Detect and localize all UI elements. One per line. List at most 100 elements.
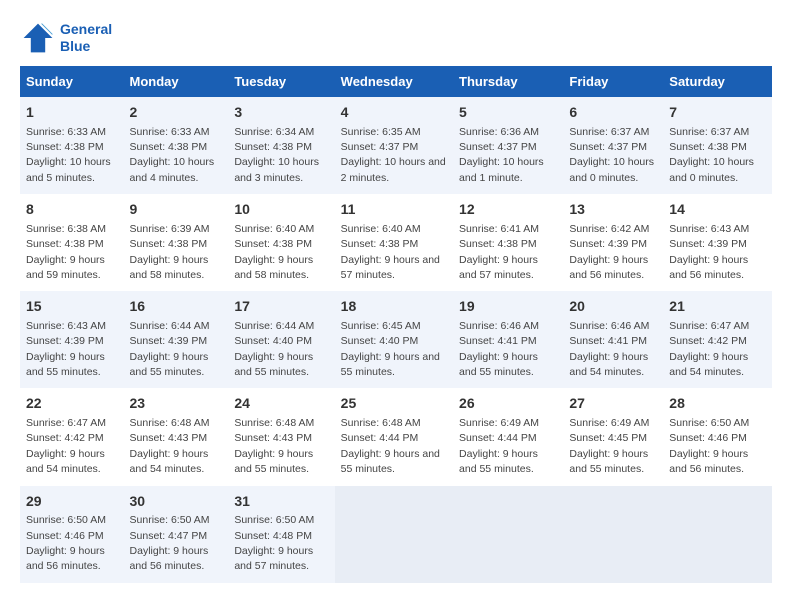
day-number: 31 xyxy=(234,492,328,512)
day-info: Sunrise: 6:40 AMSunset: 4:38 PMDaylight:… xyxy=(341,223,440,281)
day-number: 10 xyxy=(234,200,328,220)
day-number: 3 xyxy=(234,103,328,123)
day-number: 6 xyxy=(569,103,657,123)
day-info: Sunrise: 6:49 AMSunset: 4:44 PMDaylight:… xyxy=(459,417,539,475)
day-cell: 22 Sunrise: 6:47 AMSunset: 4:42 PMDayligh… xyxy=(20,388,124,485)
logo-text: General Blue xyxy=(60,21,112,55)
day-cell: 3 Sunrise: 6:34 AMSunset: 4:38 PMDaylight… xyxy=(228,97,334,194)
day-number: 23 xyxy=(130,394,223,414)
day-cell: 4 Sunrise: 6:35 AMSunset: 4:37 PMDaylight… xyxy=(335,97,453,194)
day-number: 7 xyxy=(669,103,766,123)
day-cell: 19Sunrise: 6:46 AMSunset: 4:41 PMDayligh… xyxy=(453,291,563,388)
day-info: Sunrise: 6:48 AMSunset: 4:44 PMDaylight:… xyxy=(341,417,440,475)
day-info: Sunrise: 6:42 AMSunset: 4:39 PMDaylight:… xyxy=(569,223,649,281)
day-info: Sunrise: 6:48 AMSunset: 4:43 PMDaylight:… xyxy=(234,417,314,475)
header-friday: Friday xyxy=(563,66,663,97)
day-cell: 28 Sunrise: 6:50 AMSunset: 4:46 PMDayligh… xyxy=(663,388,772,485)
day-cell: 25 Sunrise: 6:48 AMSunset: 4:44 PMDayligh… xyxy=(335,388,453,485)
day-cell: 26 Sunrise: 6:49 AMSunset: 4:44 PMDayligh… xyxy=(453,388,563,485)
day-info: Sunrise: 6:43 AMSunset: 4:39 PMDaylight:… xyxy=(669,223,749,281)
day-info: Sunrise: 6:50 AMSunset: 4:46 PMDaylight:… xyxy=(26,514,106,572)
day-number: 13 xyxy=(569,200,657,220)
day-info: Sunrise: 6:33 AMSunset: 4:38 PMDaylight:… xyxy=(26,126,111,184)
day-number: 5 xyxy=(459,103,557,123)
day-info: Sunrise: 6:39 AMSunset: 4:38 PMDaylight:… xyxy=(130,223,210,281)
day-info: Sunrise: 6:37 AMSunset: 4:38 PMDaylight:… xyxy=(669,126,754,184)
day-cell: 16 Sunrise: 6:44 AMSunset: 4:39 PMDayligh… xyxy=(124,291,229,388)
day-info: Sunrise: 6:44 AMSunset: 4:40 PMDaylight:… xyxy=(234,320,314,378)
day-info: Sunrise: 6:35 AMSunset: 4:37 PMDaylight:… xyxy=(341,126,446,184)
week-row-1: 1Sunrise: 6:33 AMSunset: 4:38 PMDaylight… xyxy=(20,97,772,194)
header-saturday: Saturday xyxy=(663,66,772,97)
day-info: Sunrise: 6:41 AMSunset: 4:38 PMDaylight:… xyxy=(459,223,539,281)
day-info: Sunrise: 6:48 AMSunset: 4:43 PMDaylight:… xyxy=(130,417,210,475)
day-cell: 23 Sunrise: 6:48 AMSunset: 4:43 PMDayligh… xyxy=(124,388,229,485)
day-info: Sunrise: 6:47 AMSunset: 4:42 PMDaylight:… xyxy=(26,417,106,475)
day-number: 12 xyxy=(459,200,557,220)
day-cell: 5Sunrise: 6:36 AMSunset: 4:37 PMDaylight… xyxy=(453,97,563,194)
day-cell: 7 Sunrise: 6:37 AMSunset: 4:38 PMDaylight… xyxy=(663,97,772,194)
day-number: 11 xyxy=(341,200,447,220)
day-cell: 13 Sunrise: 6:42 AMSunset: 4:39 PMDayligh… xyxy=(563,194,663,291)
day-number: 22 xyxy=(26,394,118,414)
day-info: Sunrise: 6:50 AMSunset: 4:46 PMDaylight:… xyxy=(669,417,749,475)
day-info: Sunrise: 6:38 AMSunset: 4:38 PMDaylight:… xyxy=(26,223,106,281)
day-cell xyxy=(663,486,772,583)
day-cell: 2 Sunrise: 6:33 AMSunset: 4:38 PMDaylight… xyxy=(124,97,229,194)
day-number: 29 xyxy=(26,492,118,512)
day-number: 28 xyxy=(669,394,766,414)
day-number: 16 xyxy=(130,297,223,317)
day-cell: 15 Sunrise: 6:43 AMSunset: 4:39 PMDayligh… xyxy=(20,291,124,388)
day-info: Sunrise: 6:45 AMSunset: 4:40 PMDaylight:… xyxy=(341,320,440,378)
day-number: 27 xyxy=(569,394,657,414)
day-number: 17 xyxy=(234,297,328,317)
day-number: 21 xyxy=(669,297,766,317)
day-number: 30 xyxy=(130,492,223,512)
day-info: Sunrise: 6:43 AMSunset: 4:39 PMDaylight:… xyxy=(26,320,106,378)
day-info: Sunrise: 6:46 AMSunset: 4:41 PMDaylight:… xyxy=(569,320,649,378)
day-info: Sunrise: 6:33 AMSunset: 4:38 PMDaylight:… xyxy=(130,126,215,184)
day-info: Sunrise: 6:50 AMSunset: 4:47 PMDaylight:… xyxy=(130,514,210,572)
day-cell: 9 Sunrise: 6:39 AMSunset: 4:38 PMDaylight… xyxy=(124,194,229,291)
day-number: 2 xyxy=(130,103,223,123)
day-info: Sunrise: 6:34 AMSunset: 4:38 PMDaylight:… xyxy=(234,126,319,184)
header-wednesday: Wednesday xyxy=(335,66,453,97)
day-cell: 6Sunrise: 6:37 AMSunset: 4:37 PMDaylight… xyxy=(563,97,663,194)
day-cell: 20 Sunrise: 6:46 AMSunset: 4:41 PMDayligh… xyxy=(563,291,663,388)
header-monday: Monday xyxy=(124,66,229,97)
day-cell: 11 Sunrise: 6:40 AMSunset: 4:38 PMDayligh… xyxy=(335,194,453,291)
week-row-2: 8 Sunrise: 6:38 AMSunset: 4:38 PMDaylight… xyxy=(20,194,772,291)
day-cell: 27 Sunrise: 6:49 AMSunset: 4:45 PMDayligh… xyxy=(563,388,663,485)
day-number: 20 xyxy=(569,297,657,317)
day-number: 9 xyxy=(130,200,223,220)
day-cell: 1Sunrise: 6:33 AMSunset: 4:38 PMDaylight… xyxy=(20,97,124,194)
day-number: 25 xyxy=(341,394,447,414)
day-info: Sunrise: 6:44 AMSunset: 4:39 PMDaylight:… xyxy=(130,320,210,378)
day-info: Sunrise: 6:49 AMSunset: 4:45 PMDaylight:… xyxy=(569,417,649,475)
day-cell: 31Sunrise: 6:50 AMSunset: 4:48 PMDayligh… xyxy=(228,486,334,583)
logo-icon xyxy=(20,20,56,56)
day-number: 8 xyxy=(26,200,118,220)
calendar-table: SundayMondayTuesdayWednesdayThursdayFrid… xyxy=(20,66,772,583)
day-number: 14 xyxy=(669,200,766,220)
day-cell xyxy=(335,486,453,583)
week-row-4: 22 Sunrise: 6:47 AMSunset: 4:42 PMDayligh… xyxy=(20,388,772,485)
day-number: 24 xyxy=(234,394,328,414)
header-thursday: Thursday xyxy=(453,66,563,97)
day-cell: 29Sunrise: 6:50 AMSunset: 4:46 PMDayligh… xyxy=(20,486,124,583)
week-row-5: 29Sunrise: 6:50 AMSunset: 4:46 PMDayligh… xyxy=(20,486,772,583)
day-cell: 17 Sunrise: 6:44 AMSunset: 4:40 PMDayligh… xyxy=(228,291,334,388)
header-sunday: Sunday xyxy=(20,66,124,97)
day-cell: 8 Sunrise: 6:38 AMSunset: 4:38 PMDaylight… xyxy=(20,194,124,291)
day-number: 26 xyxy=(459,394,557,414)
day-cell: 12 Sunrise: 6:41 AMSunset: 4:38 PMDayligh… xyxy=(453,194,563,291)
day-number: 15 xyxy=(26,297,118,317)
logo: General Blue xyxy=(20,20,112,56)
day-info: Sunrise: 6:47 AMSunset: 4:42 PMDaylight:… xyxy=(669,320,749,378)
day-number: 4 xyxy=(341,103,447,123)
day-cell: 30Sunrise: 6:50 AMSunset: 4:47 PMDayligh… xyxy=(124,486,229,583)
header-row: SundayMondayTuesdayWednesdayThursdayFrid… xyxy=(20,66,772,97)
day-info: Sunrise: 6:50 AMSunset: 4:48 PMDaylight:… xyxy=(234,514,314,572)
week-row-3: 15 Sunrise: 6:43 AMSunset: 4:39 PMDayligh… xyxy=(20,291,772,388)
day-number: 18 xyxy=(341,297,447,317)
